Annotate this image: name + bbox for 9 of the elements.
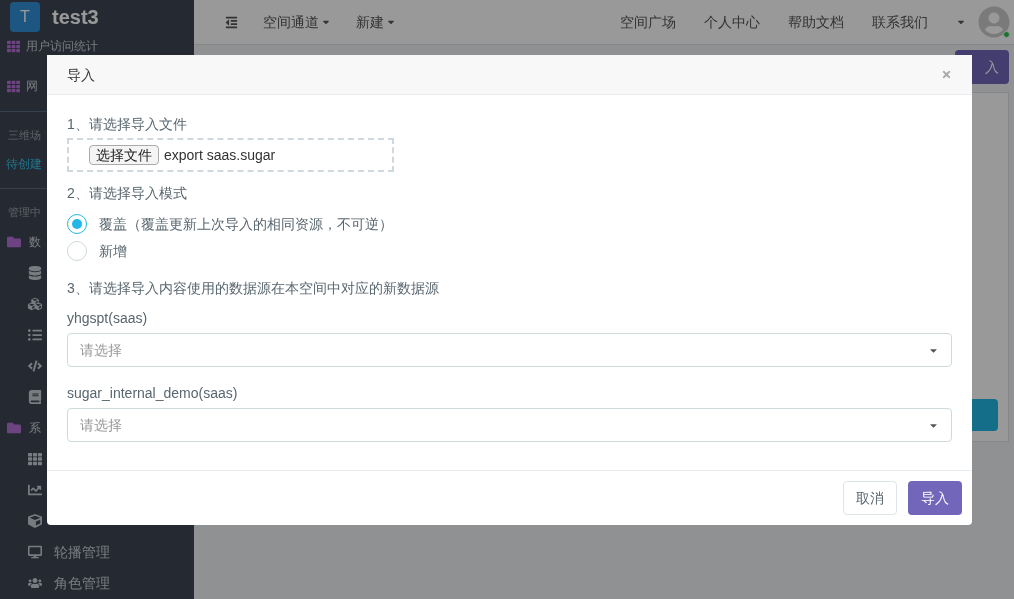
step-label: 1、请选择导入文件 [67,115,188,134]
file-name: export saas.sugar [164,146,276,165]
field-label: yhgspt(saas) [67,309,149,328]
brand-name: test3 [52,5,99,30]
logo: T [10,2,40,32]
dialog-title: 导入 [67,65,95,85]
field-label: sugar_internal_demo(saas) [67,384,239,403]
step-label: 3、请选择导入内容使用的数据源在本空间中对应的新数据源 [67,279,440,298]
step-label: 2、请选择导入模式 [67,184,188,203]
